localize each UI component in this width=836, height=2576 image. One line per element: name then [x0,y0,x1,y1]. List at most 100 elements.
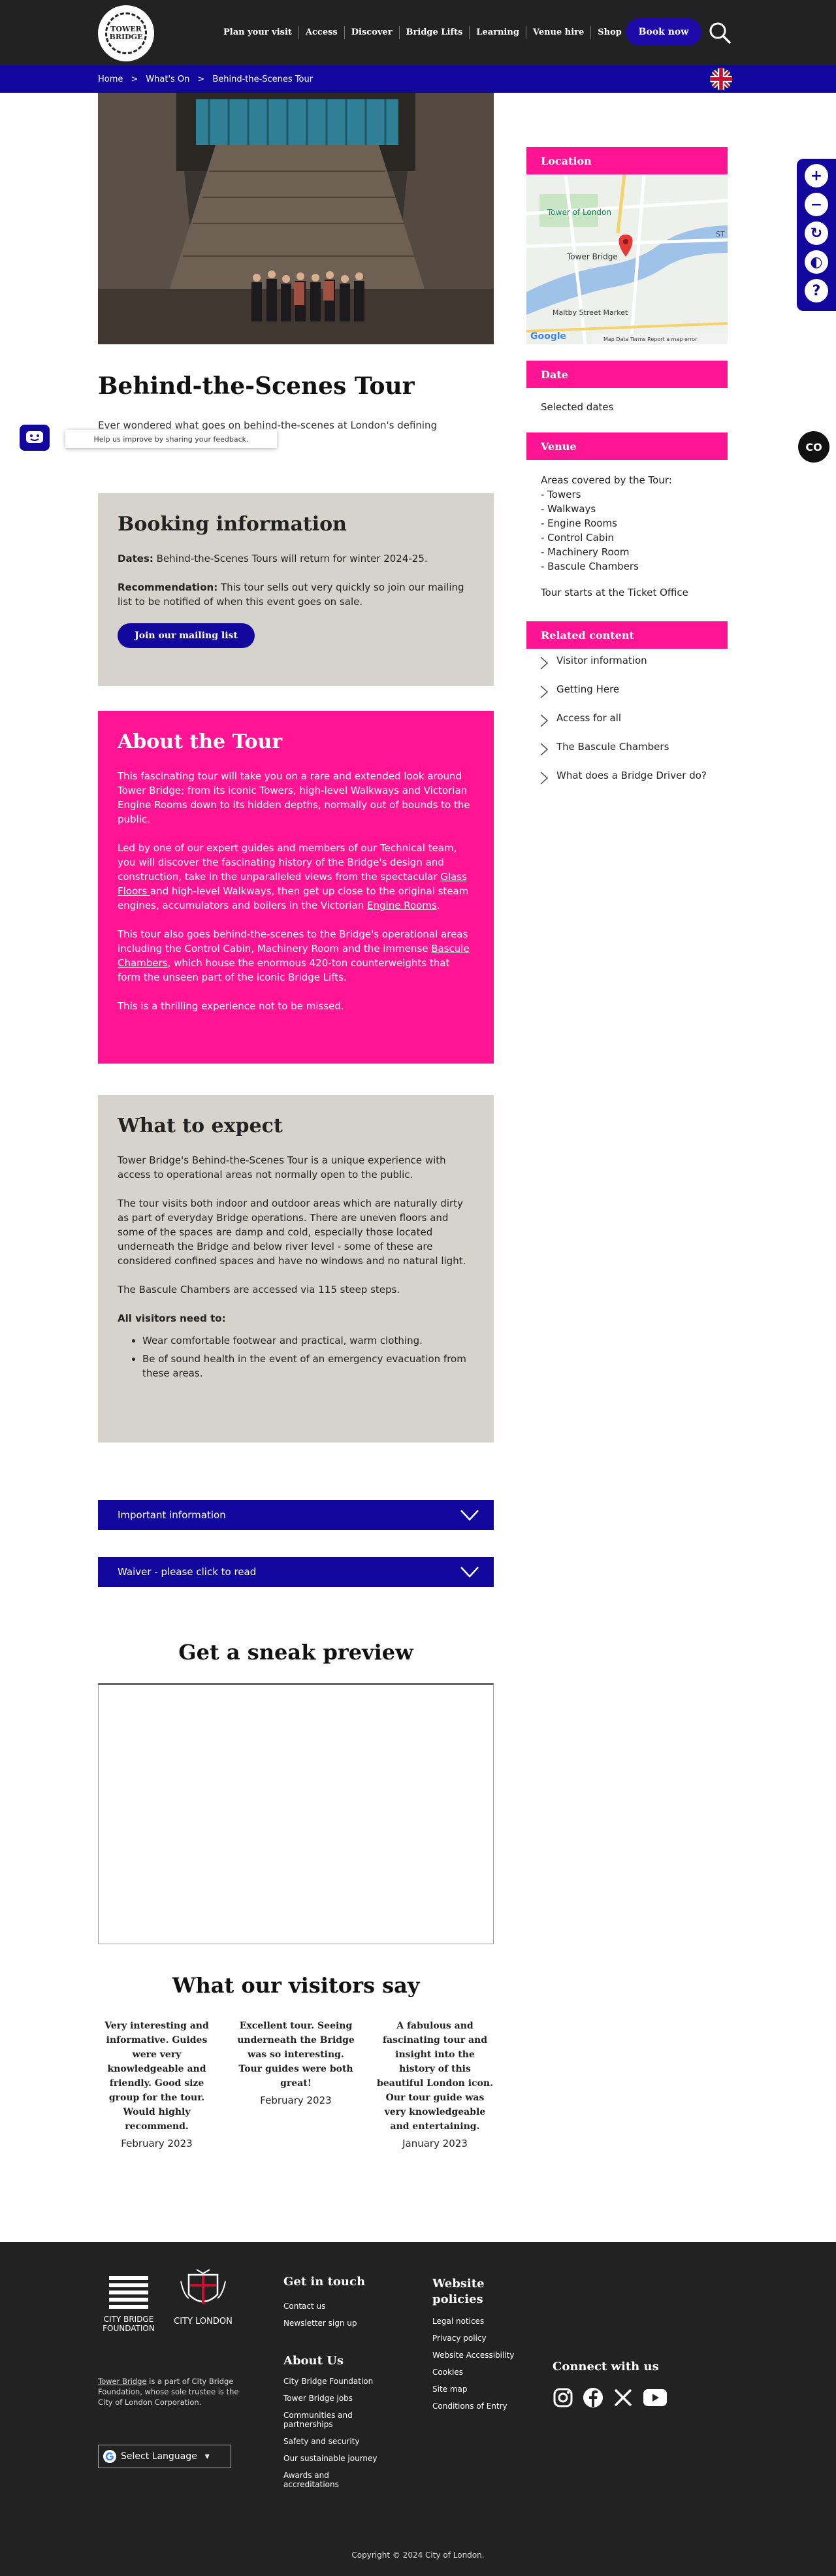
footer-link[interactable]: Our sustainable journey [283,2454,388,2463]
breadcrumb-current: Behind-the-Scenes Tour [212,74,314,84]
review-card: A fabulous and fascinating tour and insi… [376,2019,494,2149]
reviews-heading: What our visitors say [172,1973,420,1998]
footer-link[interactable]: Communities and partnerships [283,2411,362,2429]
expect-card: What to expect Tower Bridge's Behind-the… [98,1095,494,1443]
related-label: The Bascule Chambers [556,741,669,753]
booking-recommendation: Recommendation: This tour sells out very… [118,580,474,609]
facebook-icon[interactable] [583,2387,603,2411]
nav-shop[interactable]: Shop [591,26,628,39]
footer-link[interactable]: Legal notices [432,2317,524,2326]
list-item: Be of sound health in the event of an em… [142,1352,474,1380]
google-logo: Google [530,331,566,342]
map-label-st: ST [716,230,725,238]
map-label-tower-of-london: Tower of London [547,208,611,217]
uk-flag-icon[interactable] [710,68,732,90]
zoom-in-icon[interactable]: + [805,164,828,187]
map-attribution[interactable]: Map Data Terms Report a map error [603,336,698,342]
venue-start: Tour starts at the Ticket Office [541,587,688,598]
language-select[interactable]: Select Language ▾ [98,2445,231,2468]
feedback-button[interactable] [20,425,50,451]
contrast-icon[interactable]: ◐ [805,250,828,274]
footer-link-newsletter[interactable]: Newsletter sign up [283,2319,388,2328]
book-now-button[interactable]: Book now [626,18,701,46]
accordion-important-information[interactable]: Important information [98,1500,494,1530]
city-name: CITY LONDON [174,2317,233,2326]
breadcrumb-home[interactable]: Home [98,74,123,84]
booking-card: Booking information Dates: Behind-the-Sc… [98,493,494,686]
search-icon[interactable] [707,20,733,46]
zoom-out-icon[interactable]: − [805,193,828,216]
map-label-tower-bridge: Tower Bridge [566,252,618,261]
footer-link[interactable]: City Bridge Foundation [283,2377,388,2386]
about-heading: About the Tour [118,730,283,753]
city-of-london-logo[interactable]: CITY LONDON [174,2268,233,2326]
accordion-waiver[interactable]: Waiver - please click to read [98,1557,494,1587]
social-links [553,2387,677,2411]
engine-rooms-link[interactable]: Engine Rooms [367,900,437,911]
breadcrumb-whats-on[interactable]: What's On [146,74,189,84]
about-paragraph-1: This fascinating tour will take you on a… [118,770,470,825]
footer-description: Tower Bridge is a part of City Bridge Fo… [98,2376,242,2407]
expect-needs-label: All visitors need to: [118,1311,474,1326]
city-crest-icon [180,2269,226,2304]
review-quote: Excellent tour. Seeing underneath the Br… [237,2021,355,2089]
accessibility-toolbar: + − ↻ ◐ ? [797,159,836,311]
x-icon[interactable] [613,2387,634,2411]
reset-icon[interactable]: ↻ [805,221,828,245]
about-text: Led by one of our expert guides and memb… [118,842,457,883]
footer-link[interactable]: Conditions of Entry [432,2402,524,2411]
footer-link[interactable]: Site map [432,2385,524,2394]
related-link-getting-here[interactable]: Getting Here [537,683,726,712]
cbf-emblem [109,2276,148,2309]
map-label-maltby-street: Maltby Street Market [553,308,628,317]
join-mailing-list-button[interactable]: Join our mailing list [118,623,255,648]
recommendation-label: Recommendation: [118,581,218,593]
review-date: February 2023 [121,2138,193,2149]
related-label: Visitor information [556,655,647,666]
footer-link[interactable]: Cookies [432,2368,524,2377]
related-content-list: Visitor information Getting Here Access … [537,655,726,804]
accordion-label: Important information [118,1509,226,1521]
related-label: Access for all [556,712,622,724]
chevron-right-icon [540,714,549,727]
instagram-icon[interactable] [553,2387,573,2411]
video-embed[interactable] [98,1683,494,1944]
city-bridge-foundation-logo[interactable]: CITY BRIDGE FOUNDATION [98,2276,159,2333]
tower-bridge-logo[interactable]: TOWER BRIDGE [98,5,154,61]
related-link-visitor-information[interactable]: Visitor information [537,655,726,683]
location-map[interactable]: Tower of London Tower Bridge Maltby Stre… [526,174,728,344]
nav-bridge-lifts[interactable]: Bridge Lifts [400,26,470,39]
reviews-list: Very interesting and informative. Guides… [98,2019,494,2149]
nav-plan-your-visit[interactable]: Plan your visit [217,26,299,39]
footer-link[interactable]: Safety and security [283,2437,388,2446]
about-paragraph-2: Led by one of our expert guides and memb… [118,841,474,913]
footer-link[interactable]: Tower Bridge jobs [283,2394,388,2403]
footer-heading: Connect with us [553,2360,659,2373]
venue-text: Areas covered by the Tour: - Towers - Wa… [541,473,688,600]
expect-heading: What to expect [118,1115,283,1137]
nav-access[interactable]: Access [299,26,345,39]
related-link-access-for-all[interactable]: Access for all [537,712,726,741]
review-card: Very interesting and informative. Guides… [98,2019,216,2149]
footer-heading: About Us [283,2354,344,2368]
dropdown-arrow-icon: ▾ [204,2451,210,2462]
help-icon[interactable]: ? [805,279,828,302]
related-link-bascule-chambers[interactable]: The Bascule Chambers [537,741,726,770]
nav-learning[interactable]: Learning [470,26,526,39]
captions-icon[interactable]: CO [798,431,829,463]
footer-link[interactable]: Awards and accreditations [283,2471,355,2489]
footer-link[interactable]: Website Accessibility [432,2351,524,2360]
footer-link-contact[interactable]: Contact us [283,2302,388,2311]
nav-discover[interactable]: Discover [345,26,400,39]
nav-venue-hire[interactable]: Venue hire [526,26,592,39]
footer-col-contact: Get in touch Contact us Newsletter sign … [283,2275,388,2489]
about-text: , which house the enormous 420-ton count… [118,957,450,983]
related-heading: Related content [526,621,728,649]
related-link-bridge-driver[interactable]: What does a Bridge Driver do? [537,770,726,804]
footer-link[interactable]: Privacy policy [432,2334,524,2343]
venue-line: - Machinery Room [541,546,630,558]
booking-dates: Dates: Behind-the-Scenes Tours will retu… [118,551,474,566]
tower-bridge-link[interactable]: Tower Bridge [98,2377,146,2386]
youtube-icon[interactable] [643,2389,667,2409]
expect-paragraph-2: The tour visits both indoor and outdoor … [118,1198,466,1267]
